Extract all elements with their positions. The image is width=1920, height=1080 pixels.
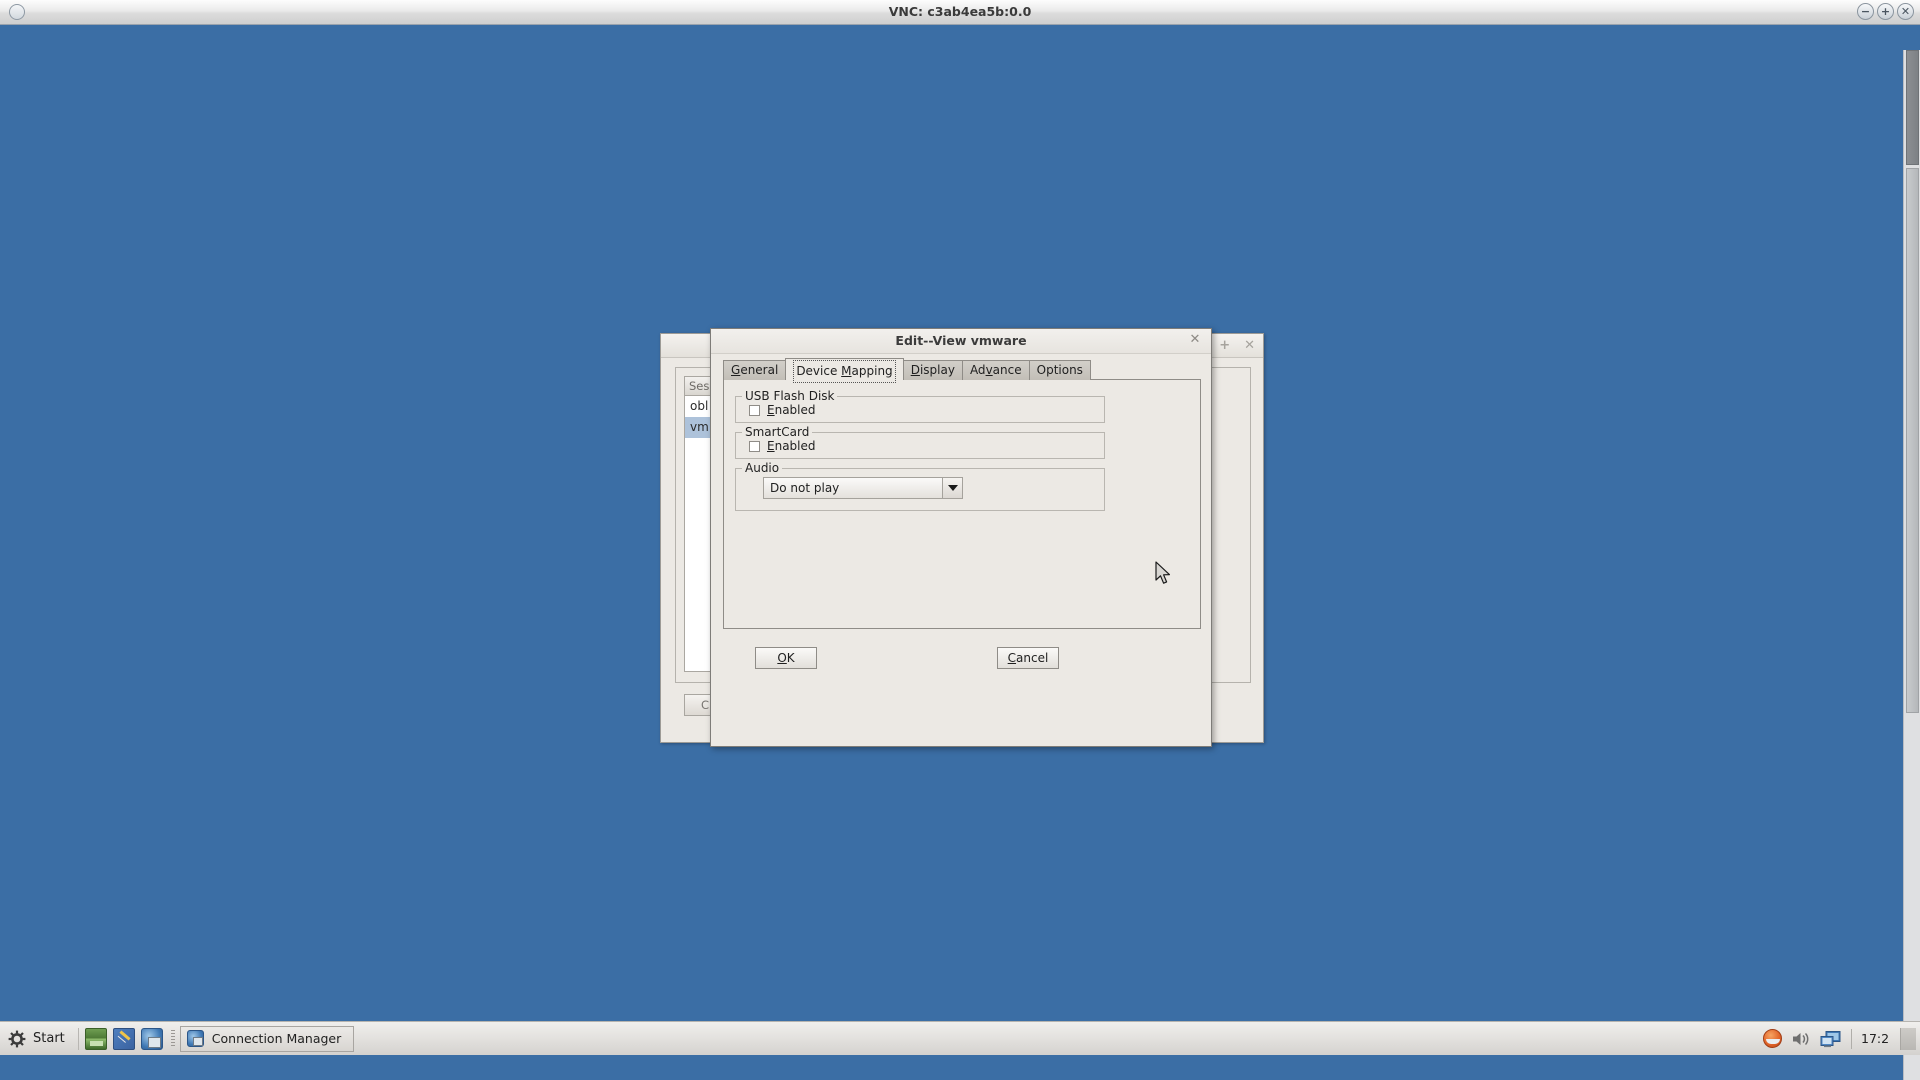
clock[interactable]: 17:2 xyxy=(1861,1031,1891,1046)
network-icon[interactable] xyxy=(1820,1030,1842,1048)
remote-desktop-area: + ✕ Ses obl vm C gs Edit--View vmware ✕ xyxy=(0,25,1920,1080)
taskbar-grip[interactable] xyxy=(170,1029,175,1048)
taskbar-item-connection-manager[interactable]: Connection Manager xyxy=(179,1025,355,1052)
updater-icon[interactable] xyxy=(1763,1029,1782,1048)
tab-panel-device-mapping: USB Flash Disk Enabled SmartCard Enabled… xyxy=(723,379,1201,629)
connection-manager-window-controls: + ✕ xyxy=(1219,338,1255,353)
minimize-icon[interactable]: − xyxy=(1857,3,1874,20)
usb-flash-disk-group: USB Flash Disk Enabled xyxy=(735,389,1105,423)
cancel-button[interactable]: Cancel xyxy=(997,647,1059,669)
audio-mode-value: Do not play xyxy=(770,481,840,495)
audio-mode-select[interactable]: Do not play xyxy=(763,477,963,499)
tray-divider xyxy=(1851,1028,1852,1049)
chevron-down-icon[interactable] xyxy=(942,478,962,498)
ok-button[interactable]: OK xyxy=(755,647,817,669)
usb-flash-disk-legend: USB Flash Disk xyxy=(742,389,838,403)
smartcard-enabled-label: Enabled xyxy=(767,439,816,453)
smartcard-enabled-row[interactable]: Enabled xyxy=(749,439,816,453)
usb-enabled-checkbox[interactable] xyxy=(749,404,760,416)
remote-desktop-icon xyxy=(186,1030,204,1047)
volume-icon[interactable] xyxy=(1791,1030,1811,1048)
dialog-titlebar: Edit--View vmware ✕ xyxy=(711,329,1211,354)
edit-view-vmware-dialog: Edit--View vmware ✕ General Device Mappi… xyxy=(710,328,1212,747)
audio-group: Audio Do not play xyxy=(735,461,1105,511)
tab-display[interactable]: Display xyxy=(902,360,963,380)
taskbar-item-label: Connection Manager xyxy=(211,1031,342,1046)
scrollbar-thumb[interactable] xyxy=(1906,50,1919,165)
dialog-title: Edit--View vmware xyxy=(895,333,1027,348)
smartcard-enabled-checkbox[interactable] xyxy=(749,440,760,452)
vnc-window-title: VNC: c3ab4ea5b:0.0 xyxy=(888,4,1032,19)
system-tray: 17:2 xyxy=(1763,1027,1920,1050)
close-icon[interactable]: ✕ xyxy=(1188,333,1202,347)
close-icon[interactable]: ✕ xyxy=(1244,338,1255,353)
start-label: Start xyxy=(33,1031,65,1046)
close-icon[interactable]: ✕ xyxy=(1897,3,1914,20)
smartcard-legend: SmartCard xyxy=(742,425,813,439)
tab-advance[interactable]: Advance xyxy=(961,360,1030,380)
gear-icon xyxy=(8,1030,26,1047)
vnc-viewer-window: VNC: c3ab4ea5b:0.0 − + ✕ + ✕ Ses obl vm xyxy=(0,0,1920,1080)
start-button[interactable]: Start xyxy=(0,1024,75,1054)
vnc-window-controls: − + ✕ xyxy=(1857,3,1914,20)
usb-enabled-label: Enabled xyxy=(767,403,816,417)
taskbar-divider xyxy=(77,1027,79,1050)
usb-enabled-row[interactable]: Enabled xyxy=(749,403,816,417)
vertical-scrollbar[interactable] xyxy=(1903,50,1920,1080)
tools-icon[interactable] xyxy=(112,1027,135,1050)
terminal-icon[interactable] xyxy=(84,1027,107,1050)
remote-desktop-icon[interactable] xyxy=(140,1027,163,1050)
new-tab-icon[interactable]: + xyxy=(1219,338,1230,353)
scrollbar-thumb-lower[interactable] xyxy=(1906,168,1919,713)
tab-strip: General Device Mapping Display Advance O… xyxy=(723,358,1091,383)
resize-grip[interactable] xyxy=(1900,1027,1916,1050)
maximize-icon[interactable]: + xyxy=(1877,3,1894,20)
taskbar: Start Connection Manager 17:2 xyxy=(0,1021,1920,1055)
vnc-titlebar: VNC: c3ab4ea5b:0.0 − + ✕ xyxy=(0,0,1920,25)
audio-legend: Audio xyxy=(742,461,783,475)
tab-options[interactable]: Options xyxy=(1028,360,1091,380)
tab-general[interactable]: General xyxy=(723,360,787,380)
smartcard-group: SmartCard Enabled xyxy=(735,425,1105,459)
tab-device-mapping[interactable]: Device Mapping xyxy=(785,358,904,383)
